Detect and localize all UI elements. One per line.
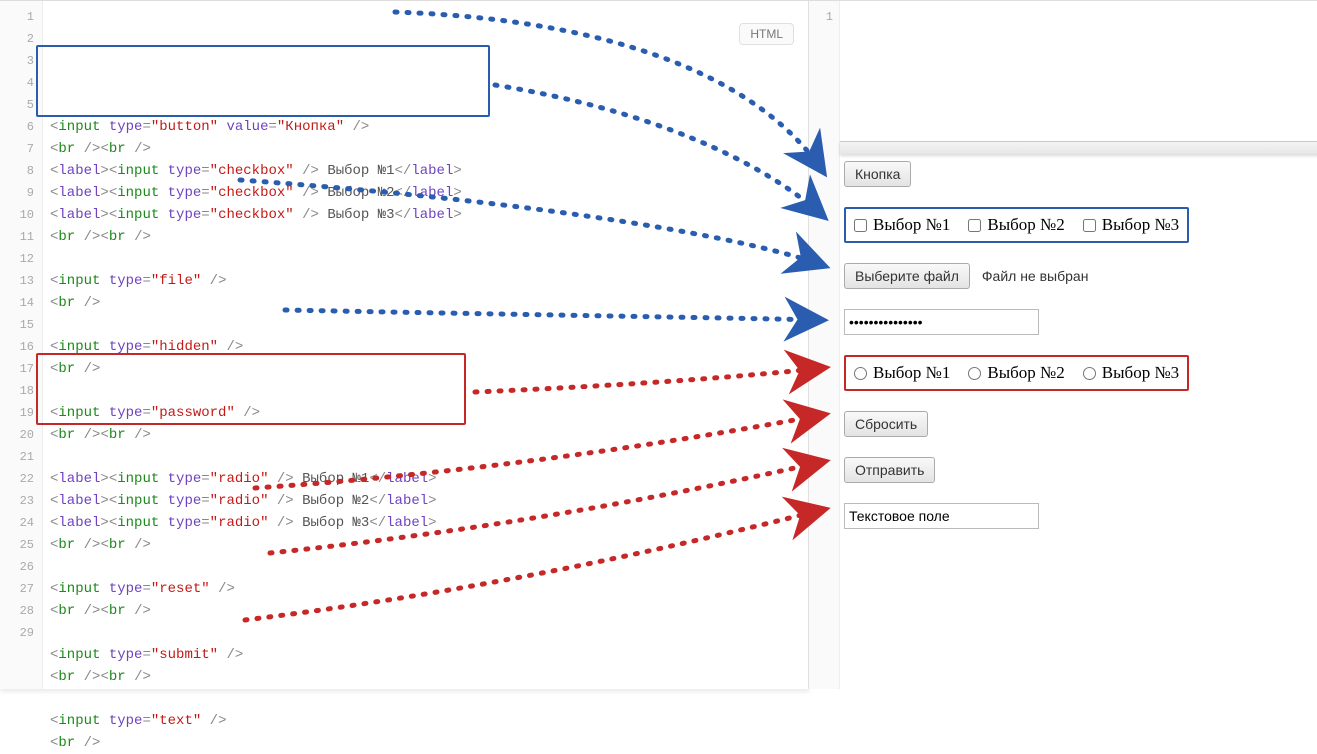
checkbox-input[interactable] [968,219,981,232]
radio-input[interactable] [968,367,981,380]
checkbox-highlight-box [36,45,490,117]
preview-button[interactable]: Кнопка [844,161,911,187]
file-status-text: Файл не выбран [982,268,1089,284]
radio-option[interactable]: Выбор №1 [854,363,950,383]
reset-button[interactable]: Сбросить [844,411,928,437]
window-chrome-bar [840,141,1317,154]
code-editor-pane: HTML 12345678910111213141516171819202122… [0,1,809,689]
preview-side: 1 Кнопка Выбор №1 Выбор №2 Выбор №3 Выбе… [809,1,1317,689]
radio-label: Выбор №2 [987,363,1064,383]
rendered-preview: Кнопка Выбор №1 Выбор №2 Выбор №3 Выбери… [840,161,1317,549]
checkbox-group: Выбор №1 Выбор №2 Выбор №3 [844,207,1189,243]
checkbox-option[interactable]: Выбор №3 [1083,215,1179,235]
radio-group: Выбор №1 Выбор №2 Выбор №3 [844,355,1189,391]
code-content[interactable]: <input type="button" value="Кнопка" /><b… [42,1,808,754]
radio-option[interactable]: Выбор №3 [1083,363,1179,383]
radio-input[interactable] [854,367,867,380]
checkbox-label: Выбор №1 [873,215,950,235]
radio-label: Выбор №3 [1102,363,1179,383]
checkbox-label: Выбор №3 [1102,215,1179,235]
checkbox-option[interactable]: Выбор №2 [968,215,1064,235]
checkbox-input[interactable] [1083,219,1096,232]
line-number-gutter: 1234567891011121314151617181920212223242… [0,1,43,689]
checkbox-label: Выбор №2 [987,215,1064,235]
radio-option[interactable]: Выбор №2 [968,363,1064,383]
password-input[interactable] [844,309,1039,335]
radio-label: Выбор №1 [873,363,950,383]
text-input[interactable] [844,503,1039,529]
checkbox-option[interactable]: Выбор №1 [854,215,950,235]
right-line-gutter: 1 [809,1,840,689]
checkbox-input[interactable] [854,219,867,232]
file-choose-button[interactable]: Выберите файл [844,263,970,289]
radio-input[interactable] [1083,367,1096,380]
submit-button[interactable]: Отправить [844,457,935,483]
